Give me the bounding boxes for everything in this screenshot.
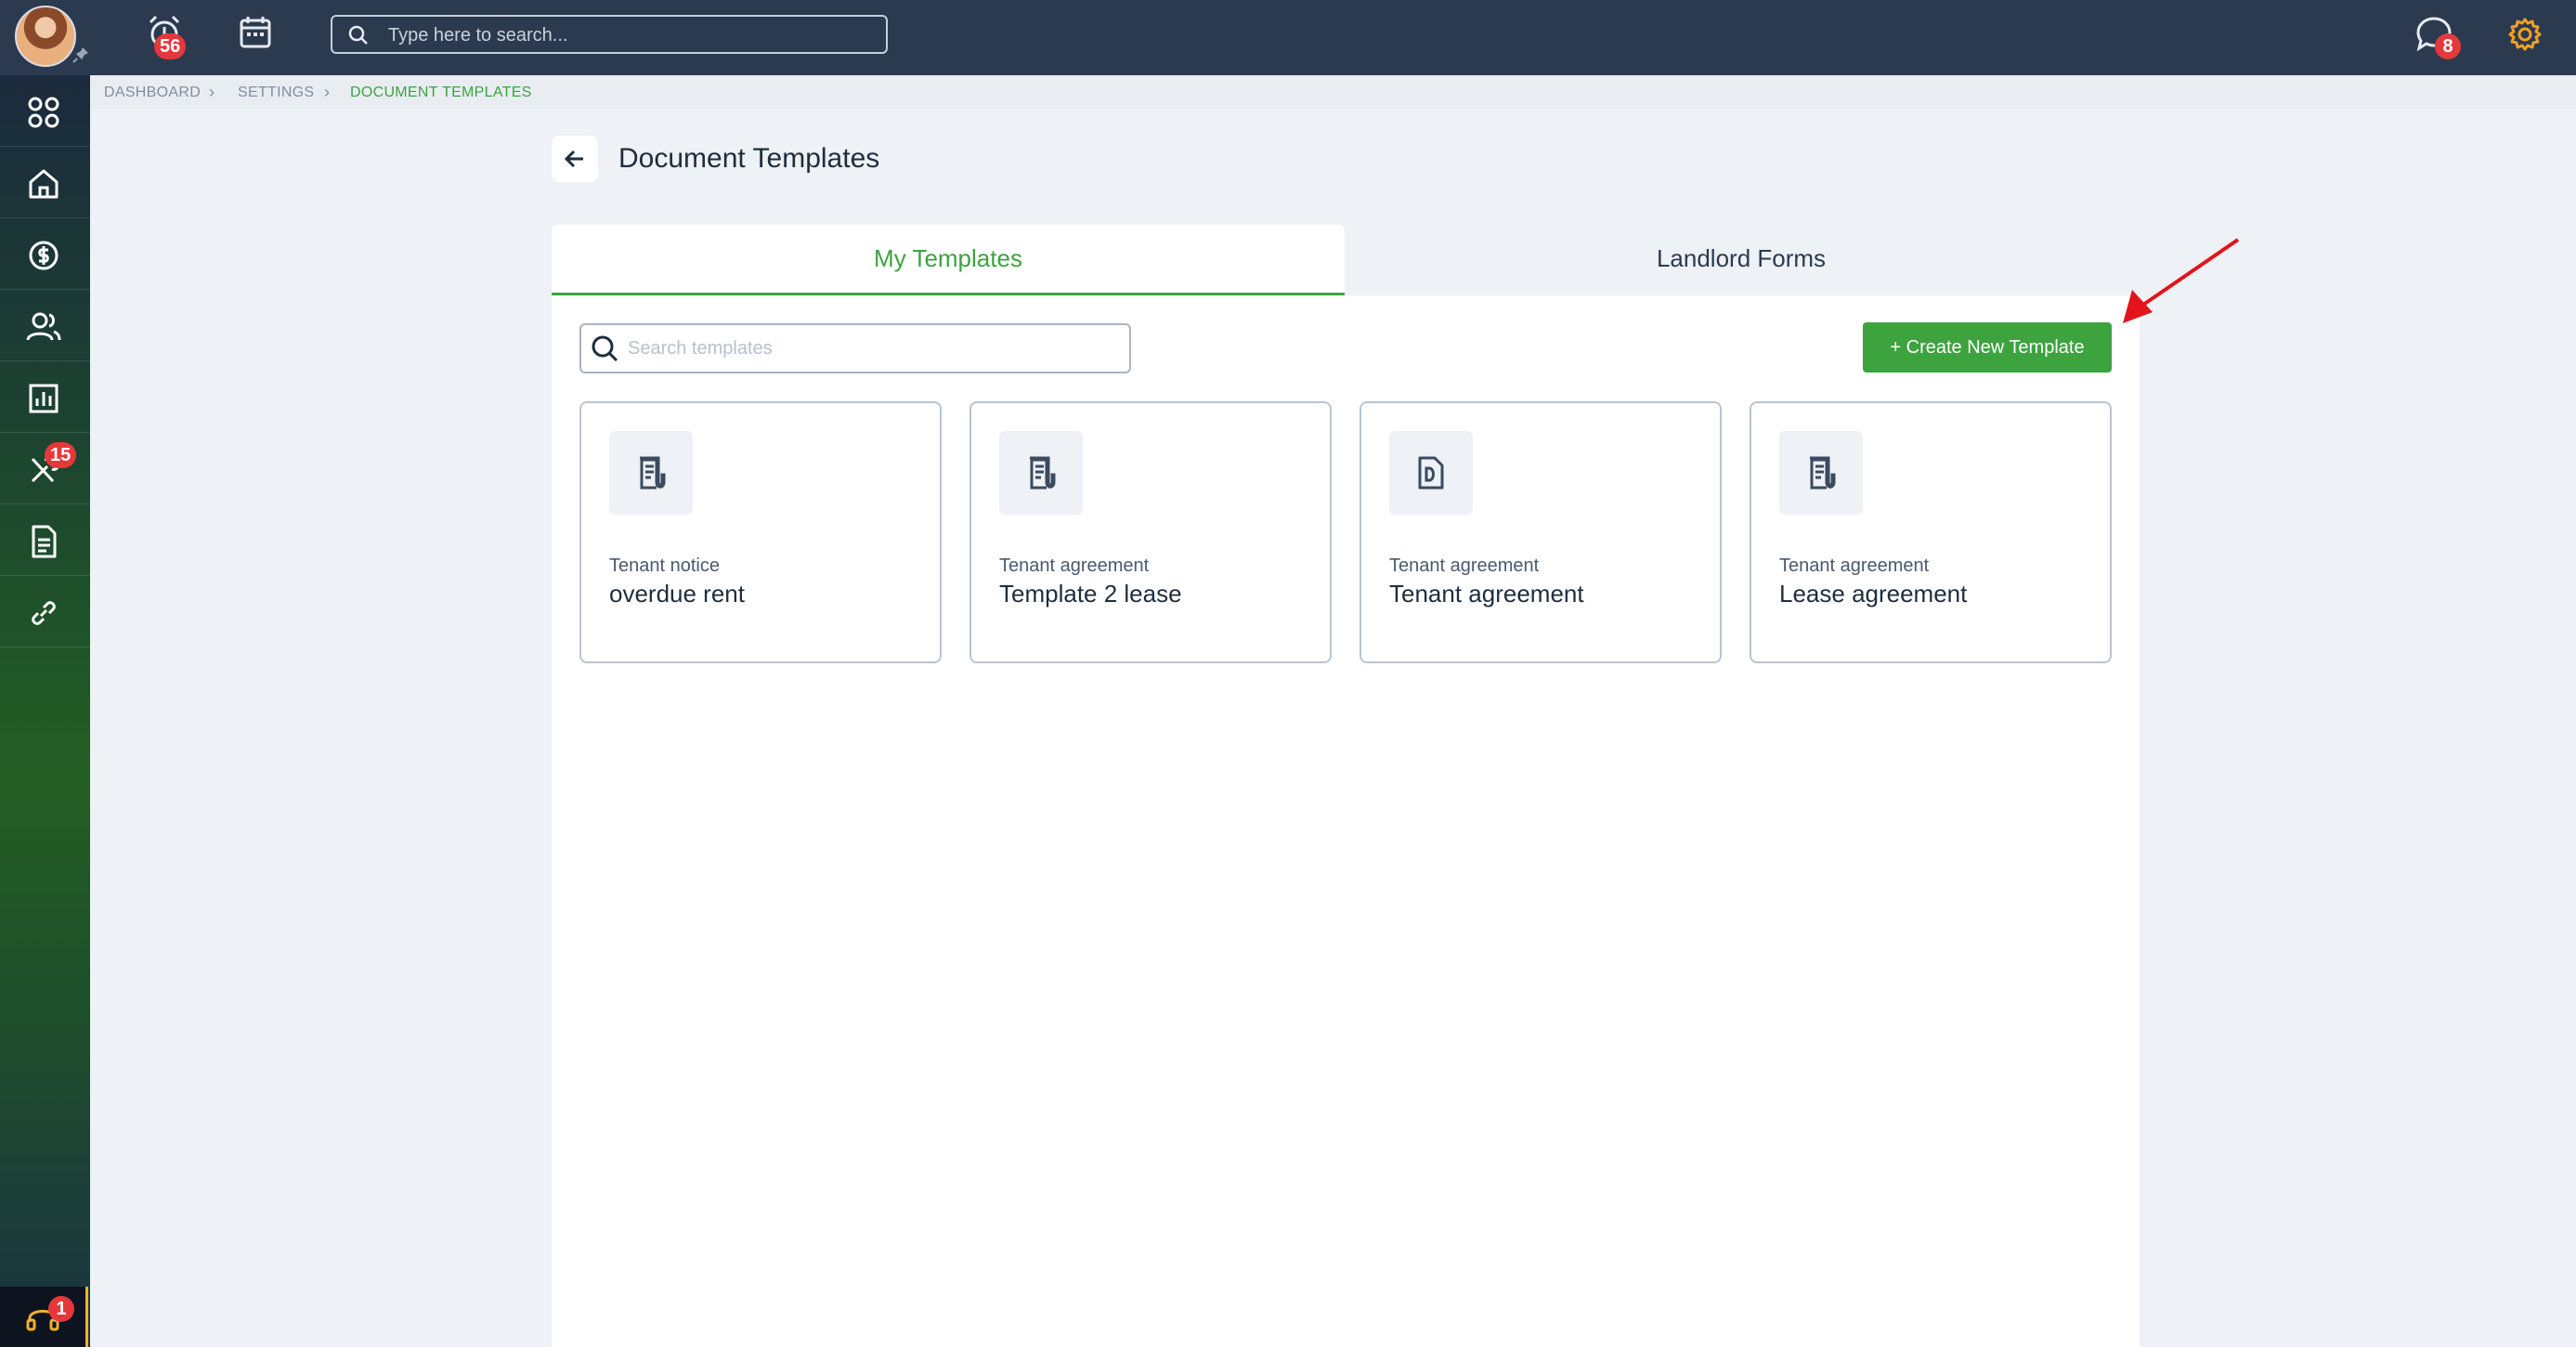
breadcrumb-document-templates: DOCUMENT TEMPLATES xyxy=(350,85,532,100)
breadcrumb-settings[interactable]: SETTINGS xyxy=(238,85,314,101)
global-search-input[interactable]: Type here to search... xyxy=(331,15,888,54)
sidebar-item-maintenance[interactable]: 15 xyxy=(0,433,90,504)
home-icon xyxy=(29,169,59,199)
document-lines-icon xyxy=(640,456,666,490)
template-type: Tenant agreement xyxy=(1389,556,1540,576)
template-card-icon-box xyxy=(609,431,693,515)
document-icon xyxy=(32,525,57,558)
link-icon xyxy=(32,601,56,625)
breadcrumb-dashboard[interactable]: DASHBOARD xyxy=(104,85,201,101)
help-badge: 1 xyxy=(48,1296,74,1322)
sidebar-item-apps[interactable] xyxy=(0,75,90,147)
tab-landlord-forms[interactable]: Landlord Forms xyxy=(1345,225,2138,295)
tab-my-templates[interactable]: My Templates xyxy=(552,225,1345,295)
settings-button[interactable] xyxy=(2502,11,2548,58)
sidebar-item-home[interactable] xyxy=(0,147,90,218)
sidebar-item-links[interactable] xyxy=(0,576,90,647)
template-card[interactable]: Tenant notice overdue rent xyxy=(579,401,942,663)
document-lines-icon xyxy=(1030,456,1056,490)
template-type: Tenant notice xyxy=(609,556,720,576)
page-title: Document Templates xyxy=(618,143,880,174)
sidebar: 15 xyxy=(0,75,90,1347)
templates-panel: Search templates + Create New Template T… xyxy=(552,295,2140,1347)
arrow-left-icon xyxy=(564,150,583,168)
document-pdf-icon xyxy=(1418,456,1444,490)
template-card-icon-box xyxy=(999,431,1083,515)
breadcrumb: DASHBOARD › SETTINGS › DOCUMENT TEMPLATE… xyxy=(90,75,2576,109)
maintenance-badge: 15 xyxy=(45,442,77,468)
template-name: Lease agreement xyxy=(1779,580,1968,608)
template-type: Tenant agreement xyxy=(999,556,1150,576)
sidebar-item-documents[interactable] xyxy=(0,504,90,576)
template-card-icon-box xyxy=(1779,431,1863,515)
top-bar: 56 Type here to search... 8 xyxy=(0,0,2576,75)
search-icon xyxy=(348,25,368,45)
bar-chart-icon xyxy=(29,384,59,413)
template-card[interactable]: Tenant agreement Template 2 lease xyxy=(969,401,1332,663)
back-button[interactable] xyxy=(552,136,598,182)
dollar-circle-icon xyxy=(29,241,59,270)
search-icon xyxy=(592,335,618,362)
template-name: Template 2 lease xyxy=(999,580,1182,608)
gear-icon xyxy=(2508,18,2542,51)
messages-badge: 8 xyxy=(2435,33,2461,59)
user-avatar[interactable] xyxy=(15,6,76,67)
calendar-button[interactable] xyxy=(232,11,279,58)
global-search-placeholder: Type here to search... xyxy=(388,25,568,46)
template-name: Tenant agreement xyxy=(1389,580,1584,608)
template-card[interactable]: Tenant agreement Tenant agreement xyxy=(1360,401,1722,663)
calendar-icon xyxy=(240,17,271,48)
create-new-template-button[interactable]: + Create New Template xyxy=(1863,322,2112,373)
help-support-button[interactable]: 1 xyxy=(0,1287,88,1347)
breadcrumb-separator: › xyxy=(209,83,215,101)
users-icon xyxy=(26,312,61,341)
document-lines-icon xyxy=(1810,456,1836,490)
sidebar-item-people[interactable] xyxy=(0,290,90,361)
template-type: Tenant agreement xyxy=(1779,556,1930,576)
template-search-input[interactable]: Search templates xyxy=(579,323,1131,373)
sidebar-item-accounting[interactable] xyxy=(0,218,90,290)
pin-icon xyxy=(72,47,88,63)
template-search-placeholder: Search templates xyxy=(628,338,773,359)
template-name: overdue rent xyxy=(609,580,745,608)
breadcrumb-separator: › xyxy=(324,83,330,101)
annotation-arrow-icon xyxy=(2123,238,2240,323)
template-card-icon-box xyxy=(1389,431,1473,515)
sidebar-item-reports[interactable] xyxy=(0,361,90,433)
grid-icon xyxy=(28,97,59,128)
alerts-badge: 56 xyxy=(154,33,187,59)
messages-button[interactable]: 8 xyxy=(2411,11,2461,59)
alerts-button[interactable]: 56 xyxy=(141,11,188,59)
template-card[interactable]: Tenant agreement Lease agreement xyxy=(1750,401,2112,663)
